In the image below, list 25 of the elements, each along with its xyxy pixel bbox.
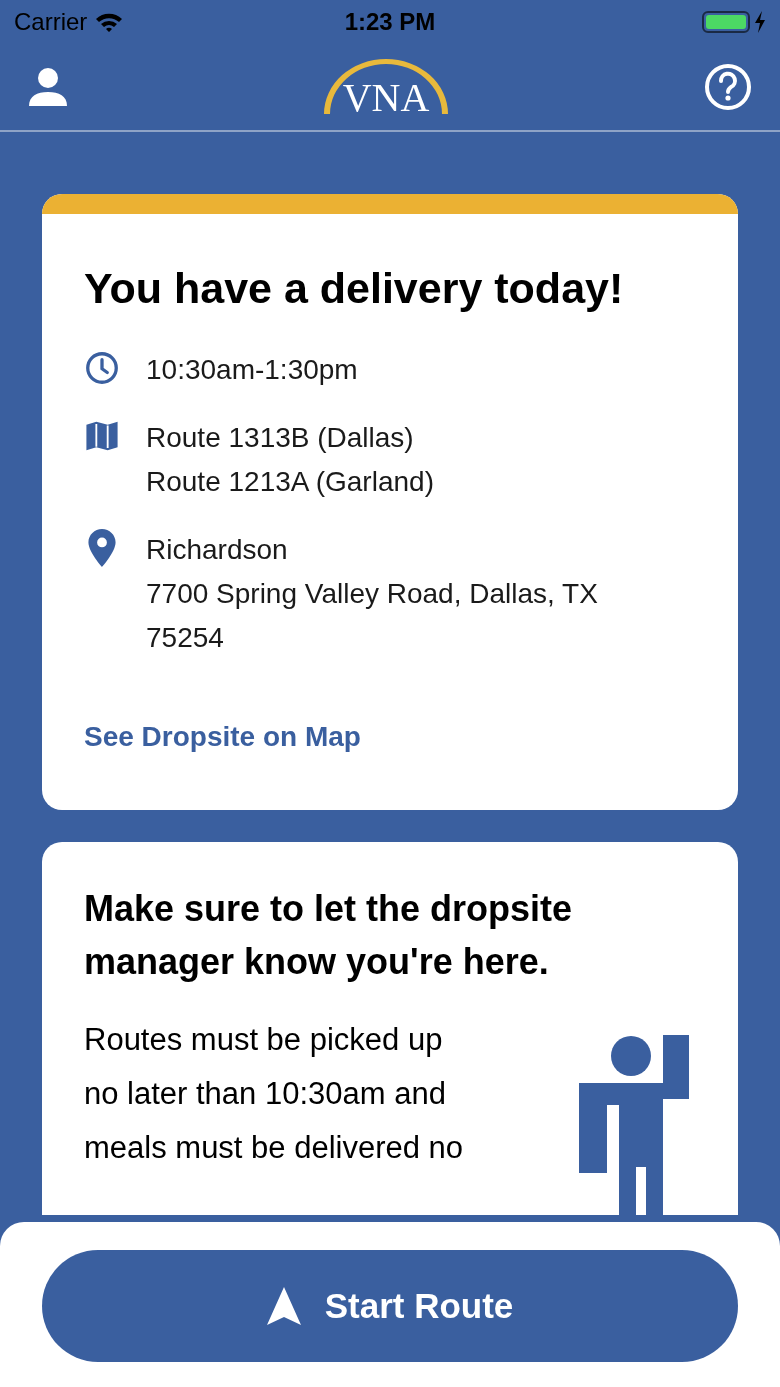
location-pin-icon <box>88 529 116 567</box>
detail-text: Route 1313B (Dallas) <box>146 421 415 455</box>
detail-text: Route 1213A (Garland) <box>146 465 434 499</box>
carrier-label: Carrier <box>14 7 88 37</box>
detail-text: 10:30am-1:30pm <box>146 353 358 387</box>
profile-icon[interactable] <box>28 68 68 106</box>
notice-text: meals must be delivered no <box>84 1129 464 1167</box>
navigation-arrow-icon <box>266 1287 301 1325</box>
notice-text: no later than 10:30am and <box>84 1075 447 1113</box>
wifi-icon <box>95 12 124 32</box>
notice-title: manager know you're here. <box>84 940 550 984</box>
status-time: 1:23 PM <box>344 7 436 37</box>
clock-icon <box>84 350 120 386</box>
see-dropsite-link[interactable]: See Dropsite on Map <box>84 716 361 758</box>
detail-text: 7700 Spring Valley Road, Dallas, TX <box>146 577 598 611</box>
start-route-button[interactable]: Start Route <box>42 1250 738 1362</box>
help-icon[interactable] <box>704 63 752 111</box>
notice-title: Make sure to let the dropsite <box>84 887 574 931</box>
detail-text: 75254 <box>146 621 225 655</box>
battery-icon <box>702 11 750 33</box>
notice-text: Routes must be picked up <box>84 1021 444 1059</box>
detail-text: Richardson <box>146 533 289 567</box>
delivery-title: You have a delivery today! <box>84 263 625 314</box>
map-icon <box>85 420 119 452</box>
waving-person-icon <box>579 1035 689 1215</box>
